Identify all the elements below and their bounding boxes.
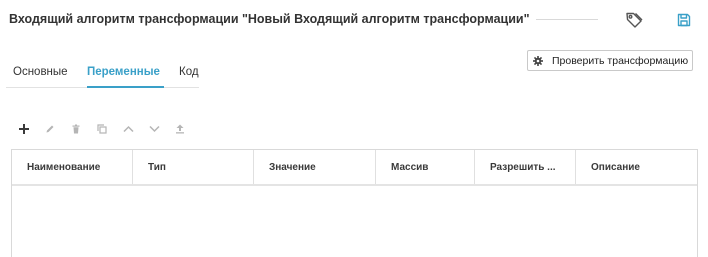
pencil-icon [46, 125, 54, 133]
upload-button[interactable] [167, 119, 193, 139]
table-header: Наименование Тип Значение Массив Разреши… [12, 150, 697, 186]
save-icon[interactable] [673, 9, 695, 31]
chevron-down-icon [148, 125, 160, 133]
active-tab-indicator [87, 86, 164, 88]
check-transformation-label: Проверить трансформацию [552, 54, 689, 67]
copy-button[interactable] [89, 119, 115, 139]
tab-main[interactable]: Основные [13, 66, 68, 78]
title-divider [536, 19, 598, 20]
chevron-up-icon [122, 125, 134, 133]
column-array[interactable]: Массив [376, 150, 475, 184]
plus-icon [19, 124, 29, 134]
copy-icon [97, 124, 107, 134]
variables-table: Наименование Тип Значение Массив Разреши… [11, 149, 698, 257]
upload-icon [176, 124, 184, 134]
column-name[interactable]: Наименование [12, 150, 133, 184]
add-button[interactable] [11, 119, 37, 139]
tab-bar: Основные Переменные Код [6, 62, 199, 88]
toolbar [11, 119, 193, 139]
move-up-button[interactable] [115, 119, 141, 139]
tab-variables[interactable]: Переменные [87, 66, 160, 78]
delete-button[interactable] [63, 119, 89, 139]
tab-code[interactable]: Код [179, 66, 199, 78]
column-description[interactable]: Описание [576, 150, 697, 184]
column-value[interactable]: Значение [254, 150, 376, 184]
gear-icon [533, 55, 543, 66]
move-down-button[interactable] [141, 119, 167, 139]
page-title: Входящий алгоритм трансформации "Новый В… [9, 12, 530, 26]
edit-button[interactable] [37, 119, 63, 139]
check-transformation-button[interactable]: Проверить трансформацию [527, 50, 693, 71]
column-allow[interactable]: Разрешить ... [475, 150, 576, 184]
tag-icon[interactable] [623, 9, 645, 31]
trash-icon [72, 124, 80, 134]
column-type[interactable]: Тип [133, 150, 254, 184]
